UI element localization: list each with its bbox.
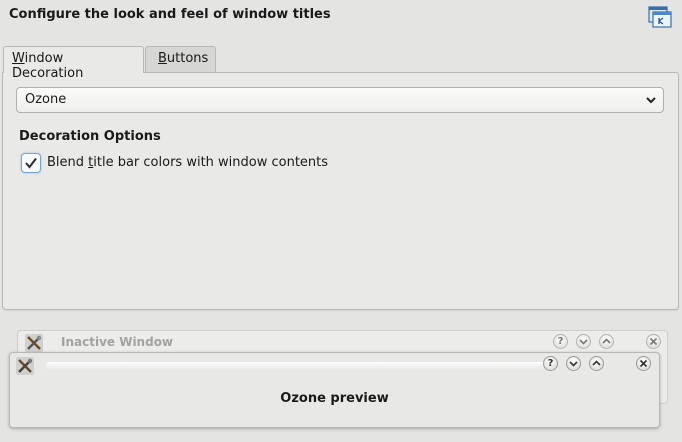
decoration-panel: Ozone Decoration Options Blend title bar… <box>2 72 679 310</box>
tab-mnemonic: B <box>158 51 167 66</box>
blend-colors-label[interactable]: Blend title bar colors with window conte… <box>47 155 328 170</box>
page-title: Configure the look and feel of window ti… <box>9 7 331 22</box>
blend-colors-checkbox[interactable] <box>21 153 41 173</box>
close-icon <box>639 359 648 368</box>
app-tools-icon <box>25 334 43 352</box>
active-window-preview: ? Ozone preview <box>9 352 660 428</box>
checkmark-icon <box>25 157 37 169</box>
chevron-up-icon <box>602 338 611 344</box>
window-config-icon <box>648 5 672 29</box>
close-button <box>636 356 651 371</box>
chevron-down-icon <box>569 361 578 367</box>
decoration-select-value: Ozone <box>25 92 67 107</box>
help-icon: ? <box>557 336 564 347</box>
tab-window-decoration[interactable]: Window Decoration <box>3 46 144 81</box>
close-icon <box>649 337 658 346</box>
title-bar-gradient <box>46 362 546 370</box>
tab-mnemonic: W <box>12 51 25 66</box>
label-text: Blend <box>47 155 89 170</box>
help-button: ? <box>553 334 568 349</box>
label-text: itle bar colors with window contents <box>93 155 329 170</box>
chevron-down-icon <box>579 339 588 345</box>
maximize-button <box>599 334 614 349</box>
tab-label: uttons <box>166 51 209 66</box>
section-title: Decoration Options <box>19 129 161 144</box>
chevron-down-icon <box>643 92 659 108</box>
close-button <box>646 334 661 349</box>
minimize-button <box>576 334 591 349</box>
inactive-window-title: Inactive Window <box>61 335 174 349</box>
tab-buttons[interactable]: Buttons <box>145 46 216 72</box>
help-icon: ? <box>547 358 554 369</box>
chevron-up-icon <box>592 360 601 366</box>
maximize-button <box>589 356 604 371</box>
app-tools-icon <box>16 357 34 375</box>
preview-caption: Ozone preview <box>280 391 389 406</box>
decoration-select[interactable]: Ozone <box>16 87 664 113</box>
minimize-button <box>566 356 581 371</box>
help-button: ? <box>543 356 558 371</box>
